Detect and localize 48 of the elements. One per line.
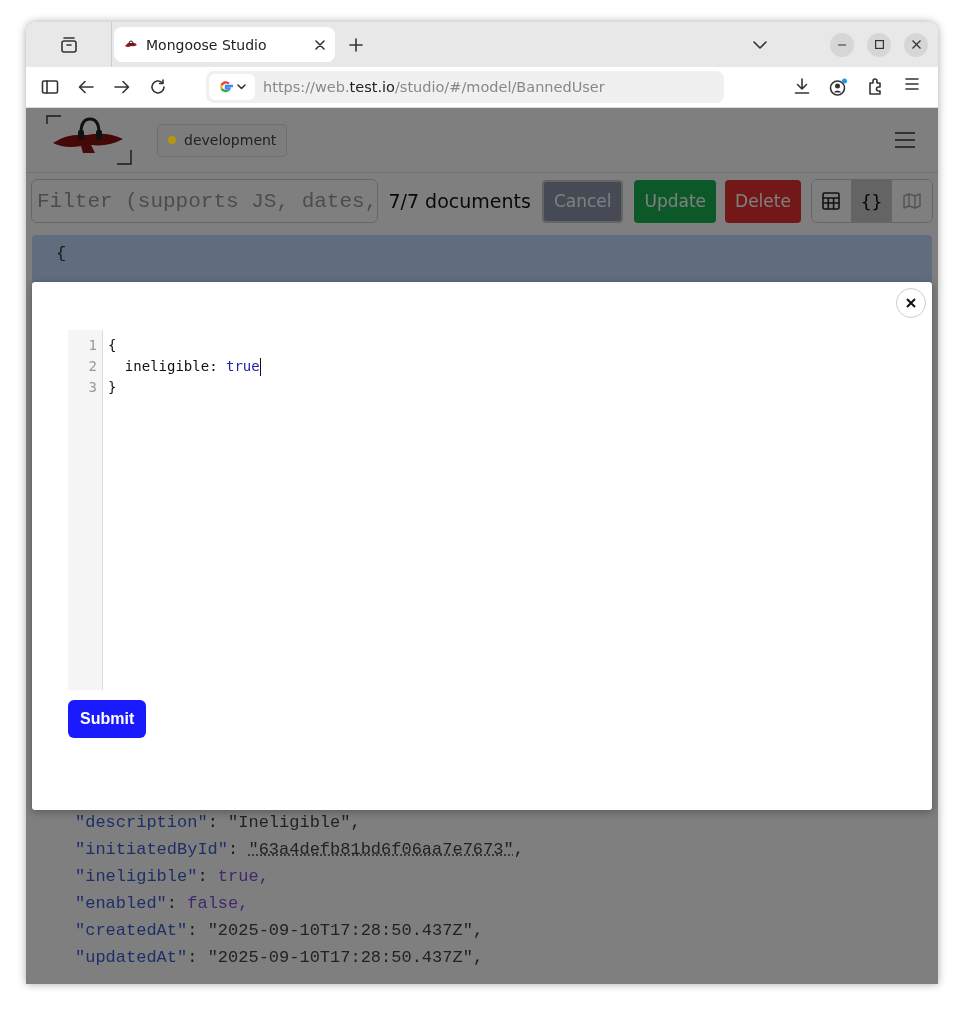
code-line: {: [56, 243, 67, 265]
tab-title: Mongoose Studio: [146, 36, 268, 53]
mongoose-icon: [124, 39, 138, 50]
url-text: https://web.test.io/studio/#/model/BannedUser: [263, 79, 605, 95]
code-line: "initiatedById": "63a4defb81bd6f06aa7e7673",: [74, 839, 524, 861]
code-editor[interactable]: 1 2 3 { ineligible: true }: [68, 330, 888, 690]
maximize-button[interactable]: [867, 32, 891, 57]
close-icon: [906, 298, 916, 308]
line-number: 3: [87, 378, 97, 397]
code-line: "createdAt": "2025-09-10T17:28:50.437Z",: [74, 920, 484, 942]
line-number: 1: [87, 336, 97, 355]
browser-tab[interactable]: Mongoose Studio: [114, 27, 335, 62]
environment-label: development: [184, 132, 277, 148]
minimize-button[interactable]: [830, 32, 854, 57]
profile-icon[interactable]: [829, 77, 849, 97]
menu-icon[interactable]: [904, 77, 919, 90]
menu-icon[interactable]: [894, 132, 916, 148]
logo-icon: [45, 115, 133, 165]
reload-icon[interactable]: [150, 79, 166, 95]
submit-button[interactable]: Submit: [68, 700, 147, 738]
close-icon: [911, 40, 921, 49]
close-button[interactable]: [896, 288, 926, 318]
new-tab-icon[interactable]: [349, 37, 363, 52]
google-icon[interactable]: [218, 80, 233, 94]
tab-list-icon[interactable]: [59, 35, 78, 54]
code-line: "ineligible": true,: [74, 866, 269, 888]
sidebar-icon[interactable]: [41, 79, 59, 95]
close-button[interactable]: [904, 32, 928, 57]
table-view-button[interactable]: [811, 180, 852, 222]
chevron-down-icon[interactable]: [236, 84, 246, 90]
maximize-icon: [874, 40, 884, 49]
back-icon[interactable]: [78, 80, 94, 94]
code-line: "updatedAt": "2025-09-10T17:28:50.437Z",: [74, 947, 484, 969]
close-icon[interactable]: [315, 39, 325, 50]
document-count: 7/7 documents: [388, 190, 531, 212]
line-number: 2: [87, 357, 97, 376]
address-field[interactable]: https://web.test.io/studio/#/model/BannedUser: [206, 71, 724, 103]
chevron-down-icon[interactable]: [753, 40, 767, 49]
table-icon: [822, 192, 841, 210]
minimize-icon: [838, 43, 846, 46]
code-line: {: [108, 336, 117, 355]
extensions-icon[interactable]: [866, 77, 884, 95]
code-line: ineligible: true: [124, 357, 260, 376]
code-line: "enabled": false,: [74, 893, 249, 915]
code-line: }: [108, 378, 117, 397]
forward-icon[interactable]: [114, 80, 130, 94]
download-icon[interactable]: [794, 77, 811, 94]
code-line: "description": "Ineligible",: [74, 812, 361, 834]
